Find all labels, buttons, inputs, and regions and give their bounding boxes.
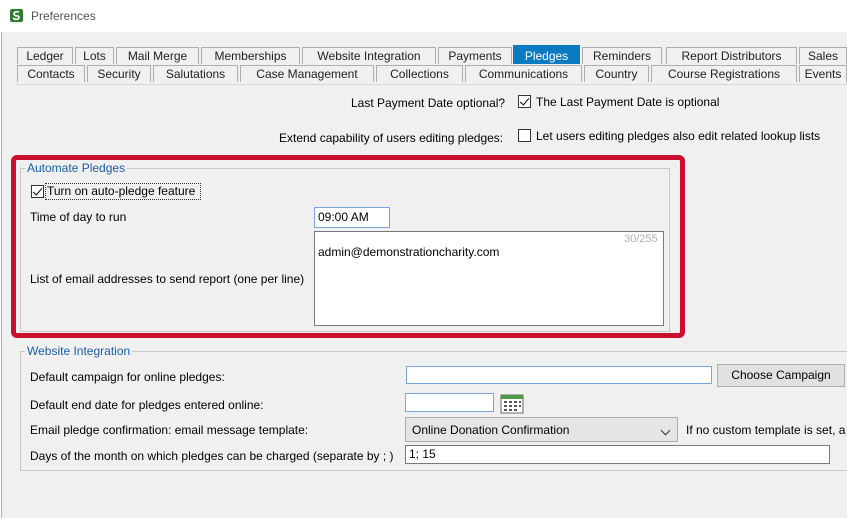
template-note: If no custom template is set, a <box>686 423 846 437</box>
choose-campaign-button[interactable]: Choose Campaign <box>717 364 845 387</box>
tab-collections[interactable]: Collections <box>376 65 463 82</box>
tab-country[interactable]: Country <box>584 65 649 82</box>
default-end-date-label: Default end date for pledges entered onl… <box>30 398 264 412</box>
tab-lots[interactable]: Lots <box>75 47 114 64</box>
default-end-date-input[interactable] <box>405 393 494 412</box>
tab-sales[interactable]: Sales <box>799 47 847 64</box>
charge-days-label: Days of the month on which pledges can b… <box>30 449 394 463</box>
tab-salutations[interactable]: Salutations <box>153 65 238 82</box>
extend-editing-checkbox[interactable] <box>518 129 531 142</box>
tab-website-integration[interactable]: Website Integration <box>302 47 436 64</box>
tab-events[interactable]: Events <box>799 65 847 82</box>
tab-pledges[interactable]: Pledges <box>513 45 580 64</box>
tab-ledger[interactable]: Ledger <box>17 47 73 64</box>
default-campaign-input[interactable] <box>406 366 712 384</box>
tab-report-distributors[interactable]: Report Distributors <box>666 47 797 64</box>
extend-editing-label: Extend capability of users editing pledg… <box>279 131 504 145</box>
default-campaign-label: Default campaign for online pledges: <box>30 370 225 384</box>
email-template-label: Email pledge confirmation: email message… <box>30 423 309 437</box>
last-payment-checkbox-label: The Last Payment Date is optional <box>536 95 720 109</box>
charge-days-input[interactable]: 1; 15 <box>405 445 830 464</box>
last-payment-checkbox[interactable] <box>518 95 531 108</box>
calendar-icon[interactable] <box>500 393 524 414</box>
tab-memberships[interactable]: Memberships <box>201 47 300 64</box>
window-title: Preferences <box>31 9 96 23</box>
tab-reminders[interactable]: Reminders <box>582 47 662 64</box>
chevron-down-icon <box>660 425 671 436</box>
title-bar: Preferences <box>0 0 847 32</box>
tab-case-management[interactable]: Case Management <box>240 65 374 82</box>
tab-payments[interactable]: Payments <box>438 47 512 64</box>
website-integration-legend: Website Integration <box>25 344 133 358</box>
last-payment-label: Last Payment Date optional? <box>351 96 506 110</box>
email-template-select[interactable]: Online Donation Confirmation <box>405 417 678 442</box>
tab-security[interactable]: Security <box>87 65 151 82</box>
extend-editing-checkbox-label: Let users editing pledges also edit rela… <box>536 129 821 143</box>
email-template-value: Online Donation Confirmation <box>412 423 570 437</box>
tab-mail-merge[interactable]: Mail Merge <box>116 47 199 64</box>
annotation-highlight-box <box>11 155 685 338</box>
app-logo-icon <box>10 9 23 22</box>
tab-course-registrations[interactable]: Course Registrations <box>651 65 797 82</box>
tab-communications[interactable]: Communications <box>465 65 582 82</box>
tab-contacts[interactable]: Contacts <box>17 65 85 82</box>
tab-panel-border <box>15 84 847 85</box>
